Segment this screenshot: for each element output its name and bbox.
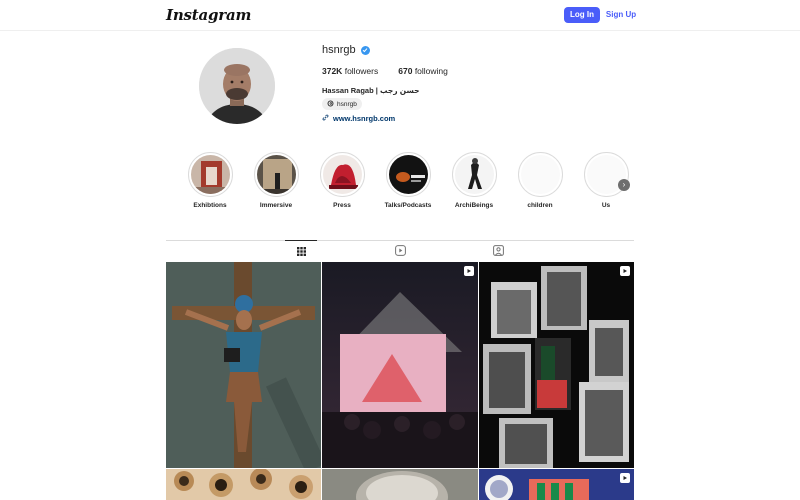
tab-posts[interactable] bbox=[285, 240, 317, 261]
story-highlights: Exhibtions Immersive Press Talks/Podcast… bbox=[182, 152, 642, 216]
username: hsnrgb bbox=[322, 44, 356, 56]
tab-reels[interactable] bbox=[384, 243, 416, 261]
exhibition-room-thumb bbox=[190, 155, 230, 194]
highlight-label: Immersive bbox=[259, 202, 293, 209]
highlight-children[interactable]: children bbox=[512, 152, 568, 209]
highlight-label: Exhibtions bbox=[193, 202, 227, 209]
highlight-label: Talks/Podcasts bbox=[384, 202, 432, 209]
highlight-archibeings[interactable]: ArchiBeings bbox=[446, 152, 502, 209]
highlight-label: Press bbox=[333, 202, 351, 209]
tagged-icon bbox=[492, 243, 504, 261]
verified-badge-icon bbox=[360, 45, 370, 55]
highlight-talks-podcasts[interactable]: Talks/Podcasts bbox=[380, 152, 436, 209]
profile-avatar[interactable] bbox=[199, 48, 275, 124]
post-organic-sculpture[interactable] bbox=[166, 469, 321, 500]
highlight-exhibtions[interactable]: Exhibtions bbox=[182, 152, 238, 209]
post-blue-poster[interactable] bbox=[479, 469, 634, 500]
profile-full-name: Hassan Ragab | حسن رجب bbox=[322, 86, 420, 95]
archibeings-figure-thumb bbox=[454, 155, 494, 194]
post-crucifixion-figure[interactable] bbox=[166, 262, 321, 468]
posts-grid bbox=[166, 262, 634, 500]
threads-handle: hsnrgb bbox=[337, 100, 357, 108]
talks-dark-thumb bbox=[388, 155, 428, 194]
chevron-right-icon[interactable]: › bbox=[618, 179, 630, 191]
threads-badge[interactable]: hsnrgb bbox=[322, 98, 362, 110]
threads-icon bbox=[327, 100, 334, 109]
immersive-room-thumb bbox=[256, 155, 296, 194]
post-pyramid-projection-concert[interactable] bbox=[322, 262, 478, 468]
instagram-logo[interactable]: Instagram bbox=[166, 6, 251, 24]
website-link[interactable]: www.hsnrgb.com bbox=[322, 114, 395, 123]
profile-stats: 372K followers 670 following bbox=[322, 66, 448, 76]
following-label: following bbox=[414, 66, 448, 76]
highlight-immersive[interactable]: Immersive bbox=[248, 152, 304, 209]
highlight-label: Us bbox=[601, 202, 611, 209]
highlight-press[interactable]: Press bbox=[314, 152, 370, 209]
following-count: 670 bbox=[398, 66, 413, 76]
link-icon bbox=[322, 114, 329, 123]
highlight-label: ArchiBeings bbox=[454, 202, 494, 209]
followers-label: followers bbox=[344, 66, 379, 76]
reel-indicator-icon bbox=[464, 266, 474, 276]
reel-indicator-icon bbox=[620, 266, 630, 276]
post-portrait-closeup[interactable] bbox=[322, 469, 478, 500]
signup-button[interactable]: Sign Up bbox=[604, 7, 638, 23]
following-stat[interactable]: 670 following bbox=[398, 66, 448, 76]
followers-stat[interactable]: 372K followers bbox=[322, 66, 378, 76]
followers-count: 372K bbox=[322, 66, 343, 76]
username-row: hsnrgb bbox=[322, 44, 370, 56]
grid-icon bbox=[296, 243, 306, 261]
login-button[interactable]: Log In bbox=[564, 7, 600, 23]
website-url: www.hsnrgb.com bbox=[333, 114, 396, 123]
highlight-label: children bbox=[527, 202, 553, 209]
blank-thumb bbox=[520, 155, 560, 194]
post-bw-building-collage[interactable] bbox=[479, 262, 634, 468]
press-red-building-thumb bbox=[322, 155, 362, 194]
tab-tagged[interactable] bbox=[482, 243, 514, 261]
top-nav: Instagram Log In Sign Up bbox=[0, 0, 800, 31]
reel-indicator-icon bbox=[620, 473, 630, 483]
reels-icon bbox=[394, 243, 406, 261]
profile-tabs bbox=[166, 240, 634, 262]
